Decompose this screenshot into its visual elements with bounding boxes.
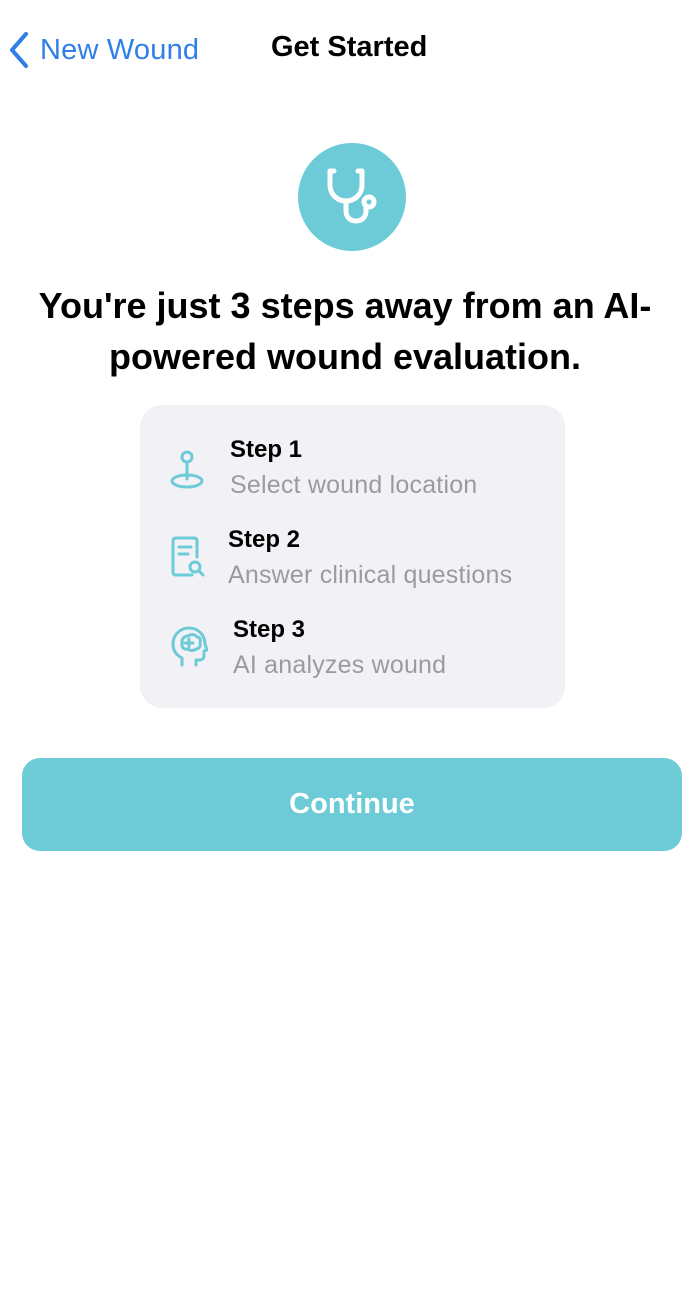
location-pin-icon <box>168 449 206 493</box>
headline: You're just 3 steps away from an AI- pow… <box>10 280 680 382</box>
headline-line-1: You're just 3 steps away from an AI- <box>38 285 652 326</box>
back-button-label: New Wound <box>40 33 200 66</box>
document-search-icon <box>168 535 206 579</box>
step-title: Step 1 <box>230 436 303 463</box>
hero-badge <box>298 143 406 251</box>
headline-line-2: powered wound evaluation. <box>108 336 582 377</box>
nav-bar: New Wound Get Started <box>0 0 690 100</box>
step-item-3: Step 3 AI analyzes wound <box>140 585 565 679</box>
continue-button[interactable]: Continue <box>22 758 682 851</box>
step-title: Step 2 <box>228 526 301 553</box>
back-button[interactable]: New Wound <box>8 26 199 74</box>
page-title: Get Started <box>271 31 428 63</box>
step-item-1: Step 1 Select wound location <box>140 405 565 499</box>
step-item-2: Step 2 Answer clinical questions <box>140 495 565 589</box>
chevron-left-icon <box>8 31 30 69</box>
stethoscope-icon <box>316 159 388 236</box>
step-description: AI analyzes wound <box>233 651 447 679</box>
step-title: Step 3 <box>233 616 306 643</box>
brain-head-icon <box>170 625 208 669</box>
steps-card: Step 1 Select wound location Step 2 Answ… <box>140 405 565 708</box>
